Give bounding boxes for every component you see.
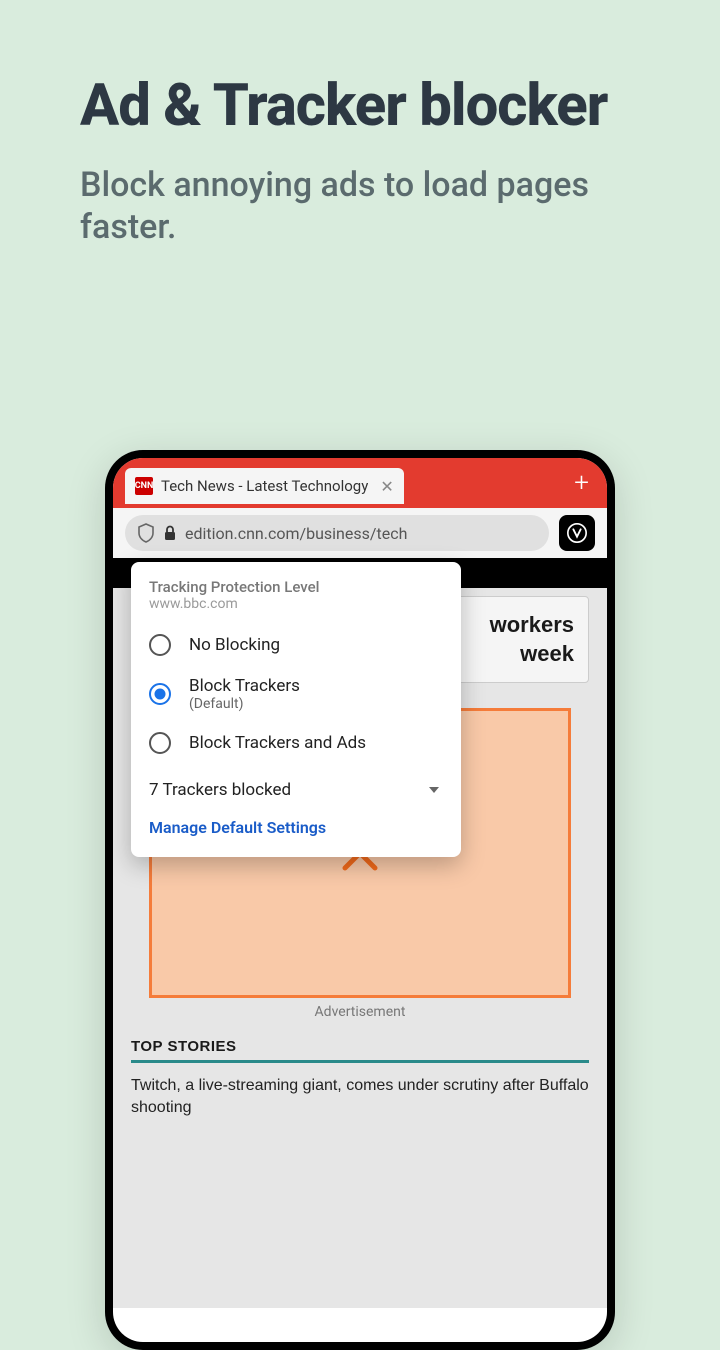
radio-icon [149, 732, 171, 754]
toolbar: edition.cnn.com/business/tech [113, 508, 607, 558]
radio-label: Block Trackers [189, 676, 300, 696]
radio-label: Block Trackers and Ads [189, 733, 366, 753]
tracking-popup: Tracking Protection Level www.bbc.com No… [131, 562, 461, 857]
trackers-blocked-row[interactable]: 7 Trackers blocked [131, 764, 461, 810]
chevron-down-icon [429, 787, 439, 793]
url-bar[interactable]: edition.cnn.com/business/tech [125, 515, 549, 551]
radio-block-trackers[interactable]: Block Trackers (Default) [131, 666, 461, 722]
shield-icon[interactable] [137, 523, 155, 543]
lock-icon [163, 525, 177, 541]
vivaldi-menu-icon[interactable] [559, 515, 595, 551]
hero-subtitle: Block annoying ads to load pages faster. [0, 164, 720, 249]
radio-block-trackers-ads[interactable]: Block Trackers and Ads [131, 722, 461, 764]
phone-frame: CNN Tech News - Latest Technology ✕ + ed… [105, 450, 615, 1350]
popup-domain: www.bbc.com [149, 596, 443, 612]
trackers-count: 7 Trackers blocked [149, 780, 291, 800]
radio-icon [149, 634, 171, 656]
tab-strip: CNN Tech News - Latest Technology ✕ + [113, 458, 607, 508]
manage-settings-link[interactable]: Manage Default Settings [131, 810, 461, 841]
favicon-icon: CNN [135, 477, 153, 495]
radio-icon [149, 683, 171, 705]
radio-label: No Blocking [189, 635, 280, 655]
close-tab-icon[interactable]: ✕ [380, 477, 393, 496]
popup-title: Tracking Protection Level [149, 578, 443, 596]
ad-label: Advertisement [131, 1004, 589, 1020]
radio-sublabel: (Default) [189, 696, 300, 712]
new-tab-icon[interactable]: + [574, 468, 595, 498]
story-link[interactable]: Twitch, a live-streaming giant, comes un… [131, 1075, 589, 1118]
phone-screen: CNN Tech News - Latest Technology ✕ + ed… [113, 458, 607, 1342]
url-text: edition.cnn.com/business/tech [185, 524, 407, 543]
browser-tab[interactable]: CNN Tech News - Latest Technology ✕ [125, 468, 404, 504]
top-stories-heading: TOP STORIES [131, 1038, 589, 1063]
radio-no-blocking[interactable]: No Blocking [131, 624, 461, 666]
hero-title: Ad & Tracker blocker [0, 0, 720, 164]
tab-title: Tech News - Latest Technology [161, 477, 368, 495]
